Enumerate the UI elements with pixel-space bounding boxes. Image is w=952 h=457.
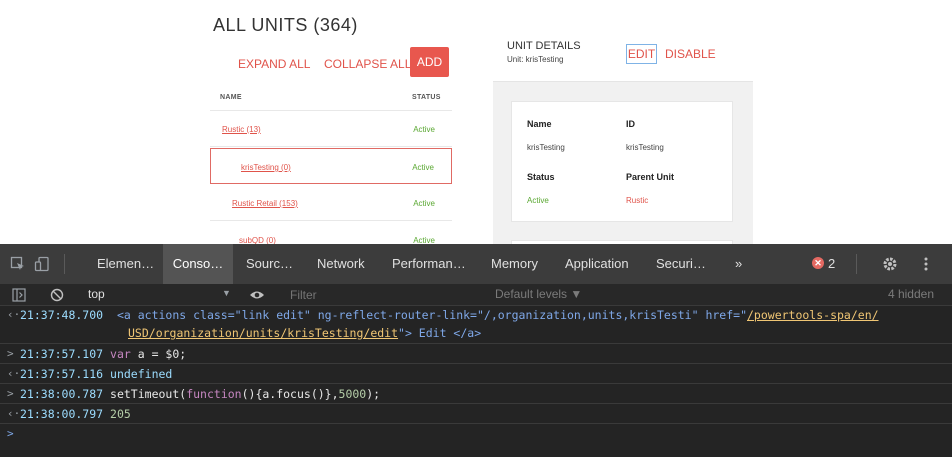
input-prompt-icon: > [7,387,14,400]
tab-console[interactable]: Conso… [163,244,233,284]
more-options-icon[interactable] [918,256,934,272]
expand-all-button[interactable]: EXPAND ALL [238,57,310,71]
error-icon[interactable]: ✕ [812,257,824,269]
code-number: 5000 [338,387,367,401]
toolbar-divider [856,254,857,274]
unit-name-link[interactable]: Rustic Retail (153) [232,199,298,208]
id-value: krisTesting [626,143,664,152]
code-text: a = $0; [130,347,187,361]
unit-status: Active [412,163,434,172]
table-row[interactable]: Rustic (13) Active [210,111,452,147]
unit-status: Active [413,236,435,244]
unit-name-link[interactable]: krisTesting (0) [241,163,291,172]
sidebar-toggle-icon[interactable] [12,288,26,302]
device-toolbar-icon[interactable] [34,256,50,272]
prompt-chevron-icon: > [7,427,14,440]
add-button[interactable]: ADD [410,47,449,77]
element-markup-end[interactable]: "> Edit </a> [398,326,481,340]
disable-button[interactable]: DISABLE [665,47,716,61]
code-text: setTimeout( [110,387,187,401]
more-tabs-button[interactable]: » [735,244,742,284]
message-timestamp: 21:38:00.787 [20,387,104,401]
clear-console-icon[interactable] [50,288,64,302]
unit-status: Active [413,199,435,208]
tab-sources[interactable]: Sourc… [246,244,293,284]
collapse-all-button[interactable]: COLLAPSE ALL [324,57,411,71]
unit-status: Active [413,125,435,134]
id-label: ID [626,119,635,129]
name-value: krisTesting [527,143,565,152]
console-input-line: > 21:38:00.787 setTimeout(function(){a.f… [0,384,952,404]
message-timestamp: 21:37:57.107 [20,347,104,361]
error-count[interactable]: 2 [828,256,835,271]
inspect-element-icon[interactable] [10,256,26,272]
console-toolbar: top ▼ Default levels ▼ 4 hidden [0,284,952,306]
console-prompt[interactable]: > [0,424,952,444]
toolbar-divider [64,254,65,274]
tab-elements[interactable]: Elemen… [97,244,154,284]
unit-details-subtitle: Unit: krisTesting [507,55,564,64]
code-text: ); [366,387,381,401]
href-link[interactable]: /powertools-spa/en/ [747,308,879,322]
parent-unit-label: Parent Unit [626,172,675,182]
code-keyword: function [186,387,242,401]
tab-network[interactable]: Network [317,244,365,284]
console-input-line: > 21:37:57.107 var a = $0; [0,344,952,364]
units-title: ALL UNITS (364) [213,15,358,35]
tab-application[interactable]: Application [565,244,629,284]
code-keyword: var [110,347,131,361]
result-arrow-icon: ‹· [7,367,21,380]
table-row[interactable]: subQD (0) Active [210,222,452,244]
unit-details-panel: UNIT DETAILS Unit: krisTesting EDIT DISA… [493,24,753,244]
message-timestamp: 21:37:57.116 [20,367,104,381]
hidden-messages-count: 4 hidden [887,287,934,301]
result-arrow-icon: ‹· [7,308,21,321]
href-link-continued[interactable]: USD/organization/units/krisTesting/edit [128,326,398,340]
web-page: ALL UNITS (364) EXPAND ALL COLLAPSE ALL … [0,0,952,244]
context-selector[interactable]: top [88,287,105,301]
console-output: ‹· 21:37:48.700 <a actions class="link e… [0,306,952,457]
console-message: ‹· 21:37:57.116 undefined [0,364,952,384]
name-label: Name [527,119,552,129]
console-message: ‹· 21:37:48.700 <a actions class="link e… [0,306,952,344]
edit-button[interactable]: EDIT [626,44,657,64]
unit-details-title: UNIT DETAILS [507,40,581,52]
code-text: (){a.focus()}, [241,387,339,401]
result-value: 205 [110,407,131,421]
result-value: undefined [110,367,173,381]
parent-unit-value: Rustic [626,196,649,205]
unit-name-link[interactable]: Rustic (13) [222,125,261,134]
input-prompt-icon: > [7,347,14,360]
table-row[interactable]: Rustic Retail (153) Active [210,185,452,221]
log-levels-dropdown[interactable]: Default levels ▼ [495,287,582,301]
screen: ALL UNITS (364) EXPAND ALL COLLAPSE ALL … [0,0,952,457]
status-value: Active [527,196,549,205]
table-row-selected[interactable]: krisTesting (0) Active [210,148,452,184]
console-message: ‹· 21:38:00.797 205 [0,404,952,424]
settings-gear-icon[interactable] [882,256,898,272]
devtools-tabbar: Elemen… Conso… Sourc… Network Performan…… [0,244,952,284]
status-label: Status [527,172,555,182]
result-arrow-icon: ‹· [7,407,21,420]
tab-performance[interactable]: Performan… [392,244,466,284]
chevron-down-icon[interactable]: ▼ [222,288,231,298]
column-header-name: NAME [220,94,242,101]
unit-details-header: UNIT DETAILS Unit: krisTesting EDIT DISA… [493,24,753,82]
console-filter-input[interactable] [286,284,486,306]
element-markup[interactable]: <a actions class="link edit" ng-reflect-… [117,308,747,322]
eye-icon[interactable] [249,288,265,302]
devtools-panel: Elemen… Conso… Sourc… Network Performan…… [0,244,952,457]
unit-info-card: Name krisTesting ID krisTesting Status A… [511,101,733,222]
column-header-status: STATUS [412,94,441,101]
unit-name-link[interactable]: subQD (0) [239,236,276,244]
message-timestamp: 21:37:48.700 [20,308,104,322]
tab-memory[interactable]: Memory [491,244,538,284]
tab-security[interactable]: Securi… [656,244,706,284]
message-timestamp: 21:38:00.797 [20,407,104,421]
